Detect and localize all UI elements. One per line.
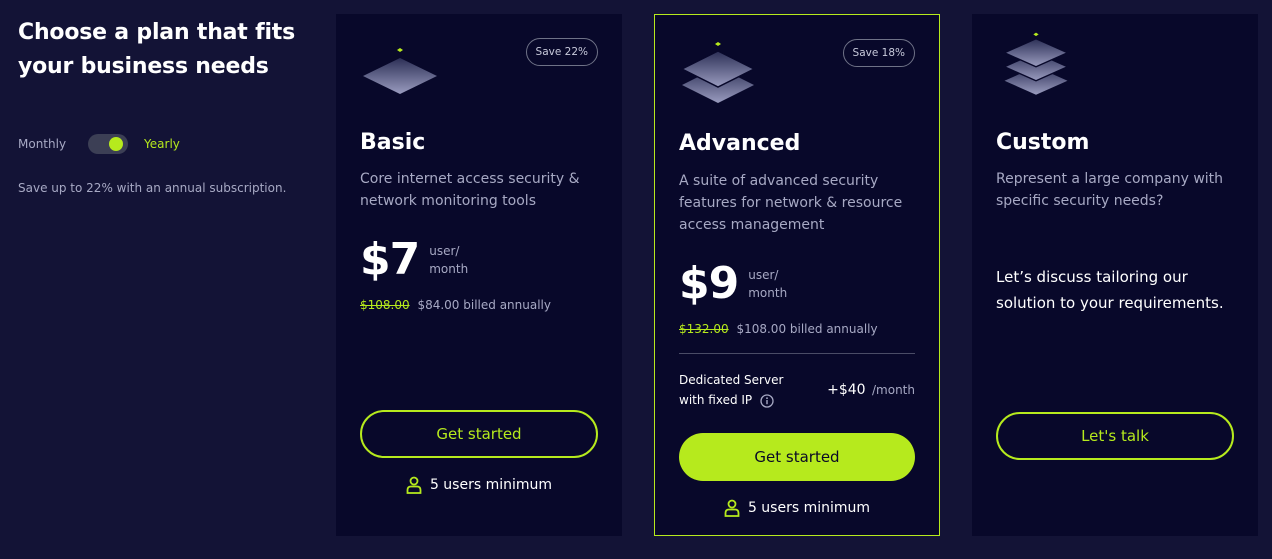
price-unit: user/ month <box>748 266 788 302</box>
get-started-button[interactable]: Get started <box>360 410 598 458</box>
save-badge: Save 22% <box>525 38 598 66</box>
addon-label-line-1: Dedicated Server <box>679 373 784 387</box>
price-amount: $7 <box>360 234 420 285</box>
page-title-line-2: your business needs <box>18 54 269 79</box>
billed-annually-text: $108.00 billed annually <box>736 322 878 336</box>
plan-name: Advanced <box>679 131 801 156</box>
price-unit-line-2: month <box>429 262 469 276</box>
min-users-text: 5 users minimum <box>747 500 871 516</box>
plan-name: Custom <box>996 130 1090 155</box>
user-icon <box>724 499 740 517</box>
min-users-note: 5 users minimum <box>655 499 939 517</box>
addon-label-line-2: with fixed IP <box>679 393 753 407</box>
pricing-intro: Choose a plan that fits your business ne… <box>18 16 318 195</box>
plan-card-advanced: Save 18% Advanced A suite of advanced se… <box>654 14 940 536</box>
save-badge: Save 18% <box>842 39 915 67</box>
min-users-text: 5 users minimum <box>429 477 553 493</box>
page-title-line-1: Choose a plan that fits <box>18 20 295 45</box>
annual-savings-note: Save up to 22% with an annual subscripti… <box>18 181 287 195</box>
plan-description: A suite of advanced security features fo… <box>679 173 903 233</box>
addon-price: +$40 /month <box>827 382 915 398</box>
pricing-page: Choose a plan that fits your business ne… <box>0 0 1272 559</box>
layers-3-icon <box>1002 32 1070 95</box>
billed-annually-row: $108.00 $84.00 billed annually <box>360 298 551 312</box>
billing-toggle-row: Monthly Yearly <box>18 134 180 154</box>
addon-price-amount: +$40 <box>827 382 866 398</box>
plan-card-custom: Custom Represent a large company with sp… <box>972 14 1258 536</box>
price-unit: user/ month <box>429 242 469 278</box>
billed-annually-row: $132.00 $108.00 billed annually <box>679 322 878 336</box>
custom-pitch: Let’s discuss tailoring our solution to … <box>996 268 1224 312</box>
plan-description: Represent a large company with specific … <box>996 171 1224 209</box>
billed-annually-text: $84.00 billed annually <box>417 298 551 312</box>
plan-card-basic: Save 22% Basic Core internet access secu… <box>336 14 622 536</box>
layers-1-icon <box>363 48 437 94</box>
addon-price-period: /month <box>872 383 915 397</box>
old-price: $108.00 <box>360 298 410 312</box>
plan-name: Basic <box>360 130 426 155</box>
price-unit-line-1: user/ <box>748 268 779 282</box>
toggle-knob <box>109 137 124 151</box>
old-price: $132.00 <box>679 322 729 336</box>
price-unit-line-2: month <box>748 286 788 300</box>
info-icon[interactable] <box>760 393 774 408</box>
addon-label: Dedicated Server with fixed IP <box>679 370 799 410</box>
layers-2-icon <box>680 42 756 103</box>
billing-period-toggle[interactable] <box>88 134 129 154</box>
page-title: Choose a plan that fits your business ne… <box>18 16 318 84</box>
monthly-label[interactable]: Monthly <box>18 137 66 151</box>
price-unit-line-1: user/ <box>429 244 460 258</box>
user-icon <box>406 476 422 494</box>
lets-talk-button[interactable]: Let's talk <box>996 412 1234 460</box>
divider <box>679 353 915 354</box>
min-users-note: 5 users minimum <box>336 476 622 494</box>
price-amount: $9 <box>679 258 739 309</box>
yearly-label[interactable]: Yearly <box>144 137 180 151</box>
price-row: $7 user/ month <box>360 236 469 284</box>
plan-description: Core internet access security & network … <box>360 171 580 209</box>
price-row: $9 user/ month <box>679 260 788 308</box>
get-started-button[interactable]: Get started <box>679 433 915 481</box>
